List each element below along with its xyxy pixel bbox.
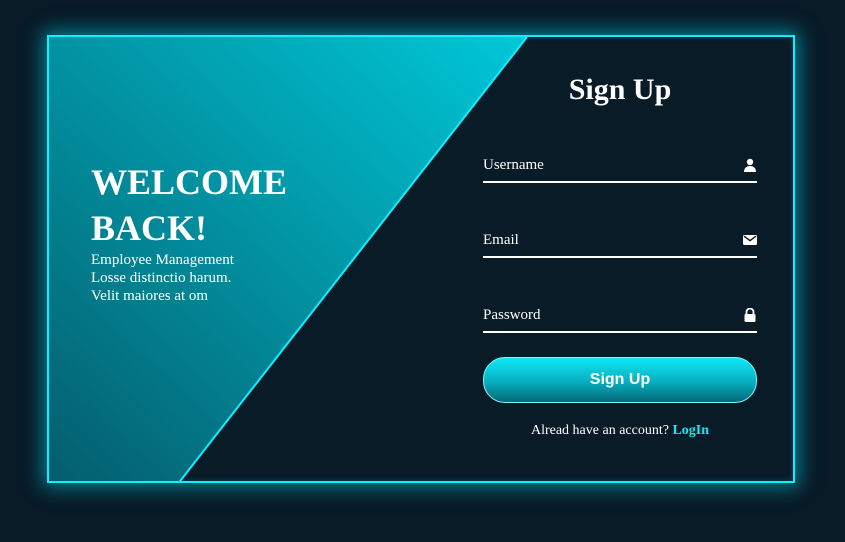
signup-card: WELCOME BACK! Employee Management Losse … [47, 35, 795, 483]
lock-icon [743, 307, 757, 322]
welcome-heading: WELCOME BACK! [91, 162, 288, 248]
form-title: Sign Up [568, 73, 672, 106]
username-field[interactable]: Username [483, 145, 757, 183]
user-icon [743, 158, 757, 172]
login-link[interactable]: LogIn [672, 423, 709, 438]
login-prompt-text: Alread have an account? [530, 423, 669, 438]
welcome-section: WELCOME BACK! Employee Management Losse … [91, 159, 311, 305]
username-label: Username [483, 157, 544, 173]
login-prompt: Alread have an account? LogIn [483, 423, 757, 439]
password-field[interactable]: Password [483, 295, 757, 333]
mail-icon [743, 233, 757, 247]
signup-button[interactable]: Sign Up [483, 357, 757, 403]
welcome-description: Employee Management Losse distinctio har… [91, 252, 234, 304]
email-field[interactable]: Email [483, 220, 757, 258]
email-label: Email [483, 232, 519, 248]
password-label: Password [483, 307, 541, 323]
